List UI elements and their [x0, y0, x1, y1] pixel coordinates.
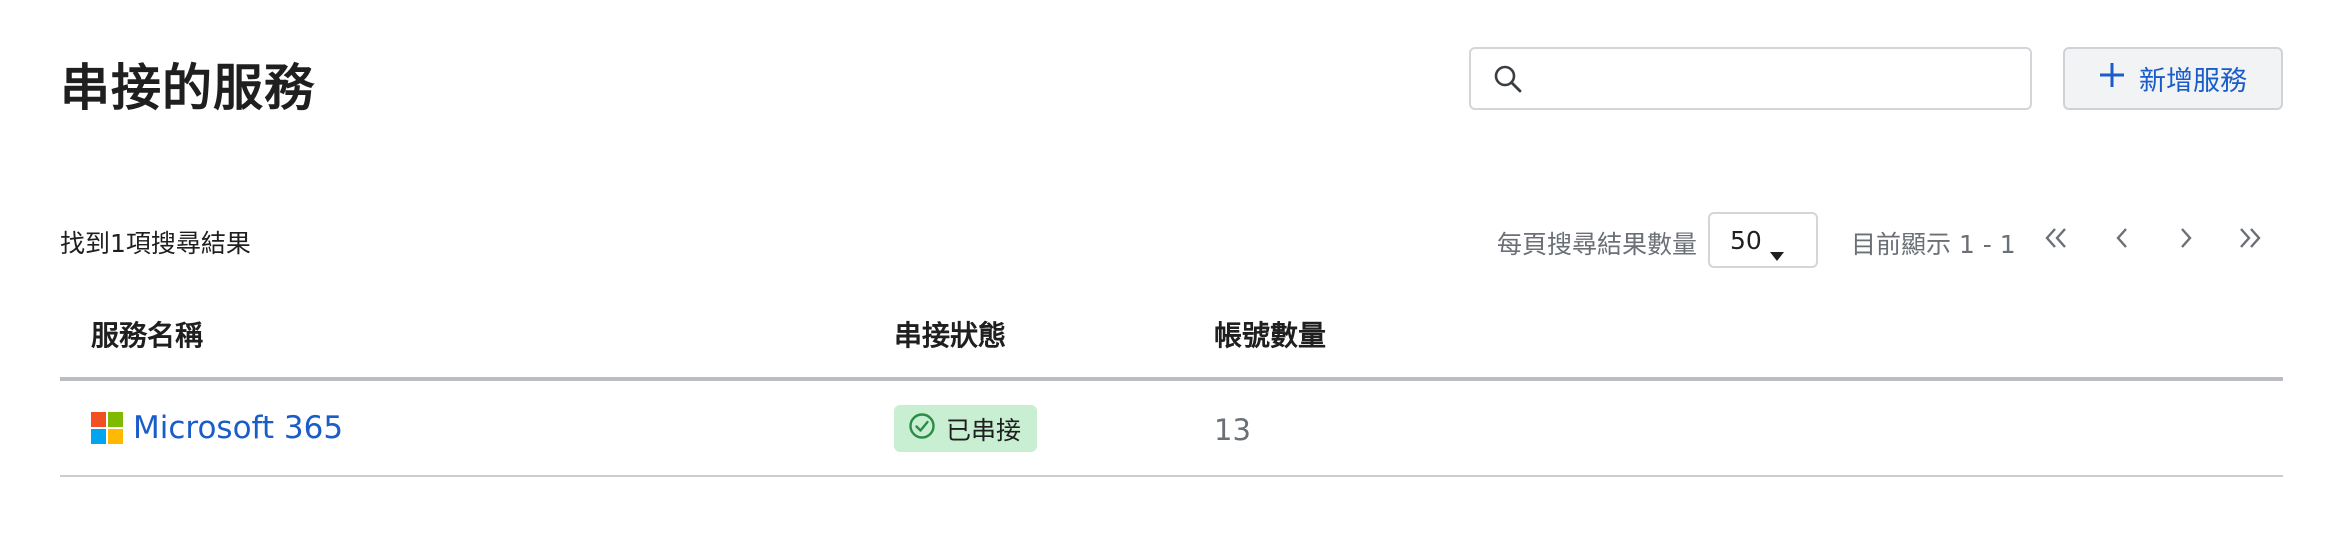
service-name-cell: Microsoft 365 [91, 410, 343, 446]
range-text: 目前顯示 1 - 1 [1851, 230, 2016, 259]
plus-icon [2099, 62, 2125, 95]
search-box[interactable] [1469, 47, 2032, 110]
table-header-divider [60, 377, 2283, 381]
search-icon [1493, 64, 1523, 98]
search-input[interactable] [1541, 59, 2015, 101]
check-circle-icon [908, 412, 936, 446]
status-label: 已串接 [946, 415, 1022, 445]
double-chevron-left-icon [2043, 226, 2069, 254]
column-header-account-count[interactable]: 帳號數量 [1214, 314, 1326, 354]
caret-down-icon [1770, 238, 1784, 267]
prev-page-button[interactable] [2104, 222, 2140, 258]
last-page-button[interactable] [2232, 222, 2268, 258]
status-badge: 已串接 [894, 405, 1038, 452]
microsoft-logo-icon [91, 412, 123, 444]
result-count: 找到1項搜尋結果 [60, 229, 251, 258]
per-page-value: 50 [1730, 225, 1762, 255]
account-count-value: 13 [1214, 413, 1251, 447]
add-service-button[interactable]: 新增服務 [2063, 47, 2283, 110]
table-row-divider [60, 475, 2283, 477]
first-page-button[interactable] [2038, 222, 2074, 258]
double-chevron-right-icon [2237, 226, 2263, 254]
chevron-right-icon [2178, 226, 2194, 254]
per-page-label: 每頁搜尋結果數量 [1497, 230, 1698, 259]
chevron-left-icon [2114, 226, 2130, 254]
column-header-service-name[interactable]: 服務名稱 [91, 314, 203, 354]
service-name-link[interactable]: Microsoft 365 [133, 410, 343, 446]
add-service-label: 新增服務 [2139, 66, 2247, 97]
page-title: 串接的服務 [60, 59, 315, 117]
next-page-button[interactable] [2168, 222, 2204, 258]
column-header-status[interactable]: 串接狀態 [894, 314, 1006, 354]
per-page-select[interactable]: 50 [1708, 212, 1818, 268]
